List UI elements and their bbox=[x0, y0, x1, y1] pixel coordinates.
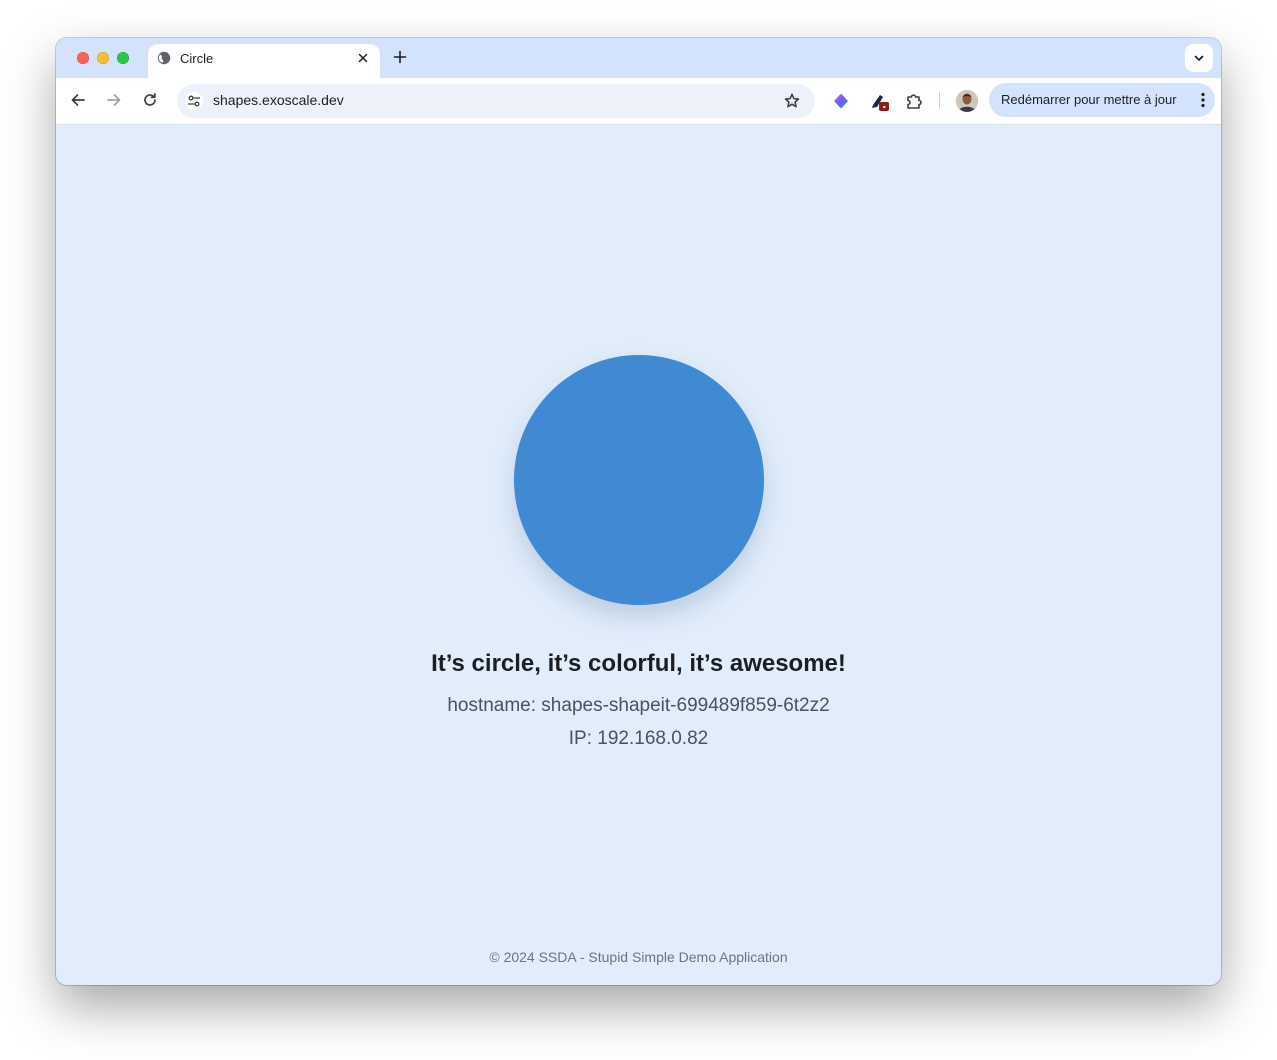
extension-pen-icon[interactable] bbox=[869, 91, 889, 111]
reload-icon[interactable] bbox=[141, 91, 159, 109]
tab-circle[interactable]: Circle bbox=[148, 44, 380, 78]
forward-arrow-icon[interactable] bbox=[105, 91, 123, 109]
tab-strip: Circle bbox=[56, 38, 1221, 78]
url-text: shapes.exoscale.dev bbox=[213, 92, 344, 108]
hostname-text: hostname: shapes-shapeit-699489f859-6t2z… bbox=[447, 695, 830, 716]
extensions-puzzle-icon[interactable] bbox=[904, 91, 924, 111]
chevron-down-icon bbox=[1194, 55, 1204, 61]
page-headline: It’s circle, it’s colorful, it’s awesome… bbox=[431, 650, 846, 677]
new-tab-icon[interactable] bbox=[392, 49, 408, 65]
close-window-button[interactable] bbox=[77, 52, 89, 64]
more-menu-icon[interactable] bbox=[1201, 92, 1205, 108]
back-arrow-icon[interactable] bbox=[69, 91, 87, 109]
page-footer: © 2024 SSDA - Stupid Simple Demo Applica… bbox=[489, 949, 788, 965]
minimize-window-button[interactable] bbox=[97, 52, 109, 64]
close-tab-icon[interactable] bbox=[356, 51, 370, 65]
tab-search-button[interactable] bbox=[1185, 44, 1213, 72]
bookmark-star-icon[interactable] bbox=[783, 92, 801, 110]
page-content: It’s circle, it’s colorful, it’s awesome… bbox=[56, 125, 1221, 985]
browser-window: Circle shapes.exoscale.dev Redémarrer po… bbox=[56, 38, 1221, 985]
address-bar[interactable]: shapes.exoscale.dev bbox=[177, 84, 815, 118]
extension-diamond-icon[interactable] bbox=[831, 91, 851, 111]
toolbar-separator bbox=[939, 92, 940, 109]
globe-icon bbox=[157, 51, 171, 65]
restart-to-update-button[interactable]: Redémarrer pour mettre à jour bbox=[989, 83, 1215, 117]
circle-shape bbox=[514, 355, 764, 605]
tab-title: Circle bbox=[180, 51, 214, 66]
profile-avatar[interactable] bbox=[956, 90, 978, 112]
update-button-label: Redémarrer pour mettre à jour bbox=[1001, 92, 1177, 107]
browser-toolbar: shapes.exoscale.dev Redémarrer pour mett… bbox=[56, 78, 1221, 125]
ip-text: IP: 192.168.0.82 bbox=[568, 728, 709, 749]
site-info-icon[interactable] bbox=[185, 92, 203, 110]
maximize-window-button[interactable] bbox=[117, 52, 129, 64]
